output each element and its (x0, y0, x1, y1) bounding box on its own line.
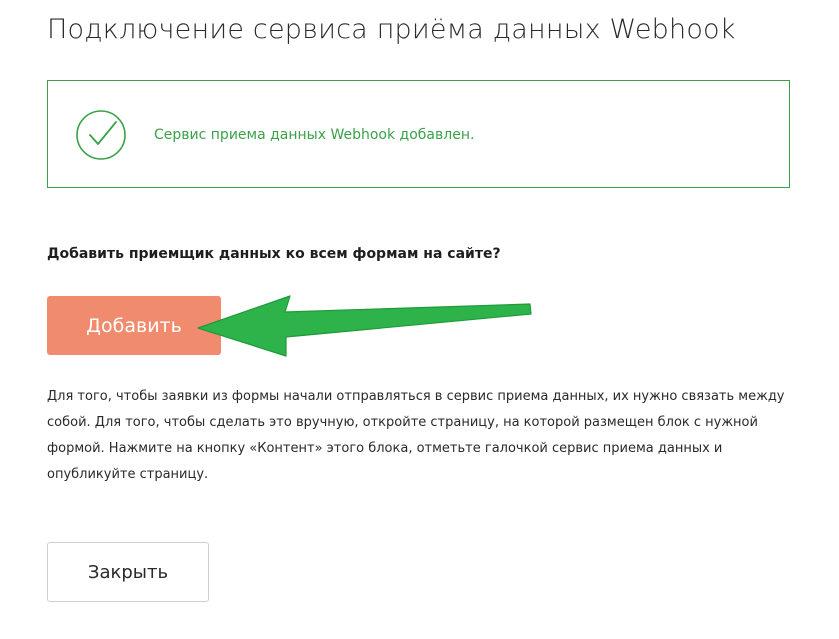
success-message-text: Сервис приема данных Webhook добавлен. (154, 127, 475, 143)
green-arrow-icon (197, 295, 532, 357)
success-message-box: Сервис приема данных Webhook добавлен. (47, 80, 790, 188)
add-button[interactable]: Добавить (47, 296, 221, 355)
close-button[interactable]: Закрыть (47, 542, 209, 602)
page-title: Подключение сервиса приёма данных Webhoo… (47, 14, 736, 45)
webhook-connect-dialog: Подключение сервиса приёма данных Webhoo… (0, 0, 839, 639)
checkmark-circle-icon (76, 110, 126, 160)
help-description: Для того, чтобы заявки из формы начали о… (47, 389, 785, 482)
add-receiver-question: Добавить приемщик данных ко всем формам … (47, 246, 501, 262)
